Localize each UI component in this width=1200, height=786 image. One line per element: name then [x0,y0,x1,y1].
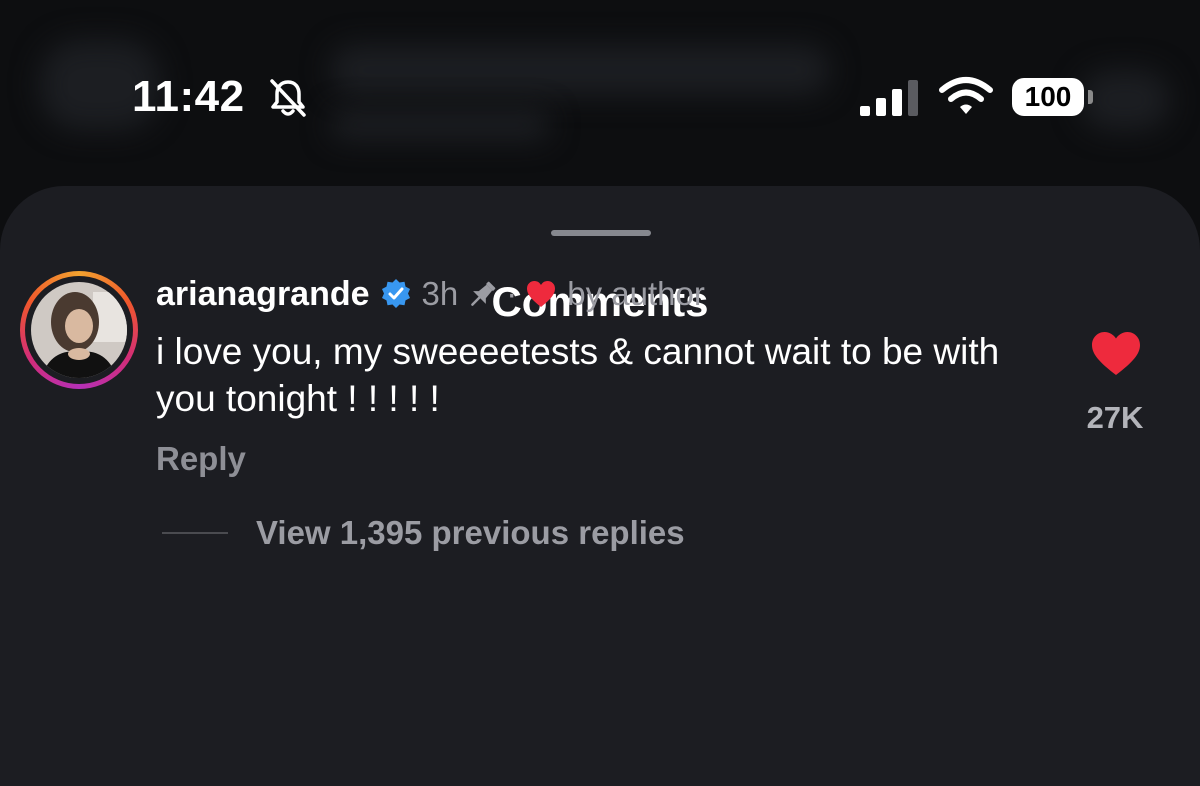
wifi-icon [939,77,993,114]
comment-time: 3h [421,275,459,312]
status-bar: 11:42 100 [0,0,1200,190]
heart-icon [527,281,556,307]
liked-by-author-label: by author [567,275,705,312]
comment-text: i love you, my sweeeetests & cannot wait… [156,331,1000,419]
status-time: 11:42 [132,72,245,121]
like-heart-icon[interactable] [1090,330,1142,378]
comment-header: arianagrande 3h · by author [156,272,705,316]
replies-divider [162,532,228,534]
battery-tip [1088,90,1093,104]
view-replies-button[interactable]: View 1,395 previous replies [256,514,685,552]
reply-button[interactable]: Reply [156,440,246,478]
pin-icon [471,281,496,306]
verified-badge-icon [381,279,410,308]
bell-slash-icon [270,79,306,117]
separator-dot: · [506,275,518,312]
battery-icon: 100 [1012,78,1084,116]
cellular-signal-icon [860,80,918,116]
like-count: 27K [1086,400,1144,435]
sheet-grabber[interactable] [551,230,651,236]
avatar-photo [31,282,127,378]
comment-username[interactable]: arianagrande [156,275,370,314]
avatar[interactable] [20,271,138,389]
